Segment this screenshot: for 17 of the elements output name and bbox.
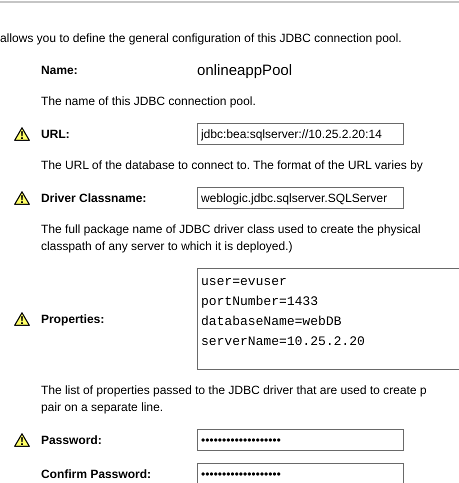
field-description: The name of this JDBC connection pool. bbox=[41, 93, 257, 110]
properties-field[interactable]: user=evuser portNumber=1433 databaseName=webDB serverName=10.25.2.20 bbox=[197, 268, 459, 370]
input-field[interactable]: ••••••••••••••••••• bbox=[197, 463, 404, 483]
field-label: Confirm Password: bbox=[41, 467, 152, 481]
field-label: URL: bbox=[41, 127, 71, 141]
input-field[interactable]: jdbc:bea:sqlserver://10.25.2.20:14 bbox=[197, 123, 404, 145]
field-description: The full package name of JDBC driver class used to create the physical classpath of any server to which it is deployed.) bbox=[41, 221, 422, 255]
input-field[interactable]: weblogic.jdbc.sqlserver.SQLServer bbox=[197, 187, 404, 209]
field-label: Name: bbox=[41, 63, 79, 77]
field-label: Password: bbox=[41, 433, 103, 447]
input-field[interactable]: ••••••••••••••••••• bbox=[197, 429, 404, 451]
field-description: The list of properties passed to the JDBC driver that are used to create p pair on a separate line. bbox=[41, 382, 428, 416]
intro-text: allows you to define the general configuration of this JDBC connection pool. bbox=[0, 30, 403, 47]
field-description: The URL of the database to connect to. The format of the URL varies by bbox=[41, 157, 424, 174]
field-label: Driver Classname: bbox=[41, 191, 148, 205]
field-label: Properties: bbox=[41, 312, 106, 326]
field-value: onlineappPool bbox=[197, 62, 292, 78]
